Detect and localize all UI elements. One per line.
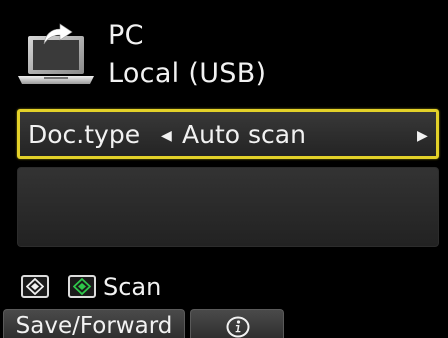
black-start-icon[interactable] <box>21 275 49 298</box>
empty-setting-row <box>17 167 439 247</box>
info-button[interactable] <box>190 309 284 338</box>
doc-type-setting-row[interactable]: Doc.type ◀ Auto scan ▶ <box>17 109 439 159</box>
printer-lcd-screen: PC Local (USB) Doc.type ◀ Auto scan ▶ Sc… <box>0 0 448 338</box>
arrow-right-icon[interactable]: ▶ <box>417 126 428 146</box>
computer-icon <box>16 20 98 86</box>
setting-label: Doc.type <box>28 120 141 149</box>
destination-title: PC <box>108 20 144 51</box>
scan-label: Scan <box>103 273 162 301</box>
arrow-left-icon[interactable]: ◀ <box>161 126 172 146</box>
info-icon <box>226 316 250 338</box>
color-start-icon[interactable] <box>68 275 96 298</box>
destination-subtitle: Local (USB) <box>108 58 267 89</box>
save-forward-button[interactable]: Save/Forward <box>3 309 185 338</box>
setting-value: Auto scan <box>182 120 306 149</box>
